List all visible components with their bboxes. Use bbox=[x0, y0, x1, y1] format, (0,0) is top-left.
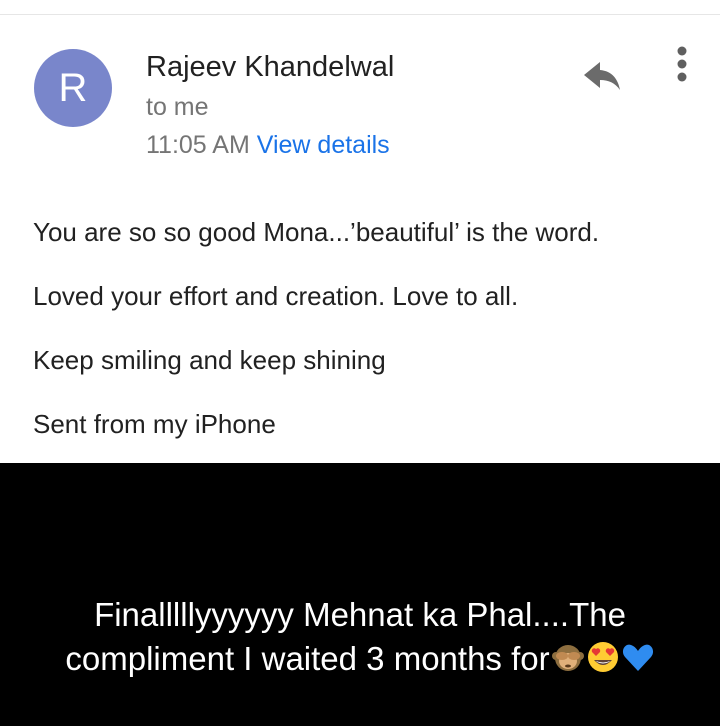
reply-icon bbox=[584, 62, 620, 90]
email-body-line: Keep smiling and keep shining bbox=[33, 345, 386, 375]
see-no-evil-monkey-icon bbox=[551, 645, 584, 671]
heart-eyes-face-icon bbox=[587, 642, 618, 672]
caption-text: Finalllllyyyyyy Mehnat ka Phal....The co… bbox=[65, 596, 626, 677]
caption-text-block: Finalllllyyyyyy Mehnat ka Phal....The co… bbox=[40, 593, 680, 681]
email-message-card: R Rajeev Khandelwal to me 11:05 AM View … bbox=[0, 15, 720, 463]
caption-panel: Finalllllyyyyyy Mehnat ka Phal....The co… bbox=[0, 463, 720, 726]
blue-heart-icon bbox=[622, 644, 653, 671]
sender-name: Rajeev Khandelwal bbox=[146, 51, 395, 83]
recipient-label: to me bbox=[146, 93, 209, 121]
email-meta: 11:05 AM View details bbox=[146, 131, 390, 160]
more-options-button[interactable] bbox=[664, 45, 700, 89]
email-time: 11:05 AM bbox=[146, 131, 250, 159]
email-signature: Sent from my iPhone bbox=[33, 409, 276, 439]
reply-button[interactable] bbox=[580, 53, 624, 97]
view-details-link[interactable]: View details bbox=[257, 131, 390, 159]
email-body-line: Loved your effort and creation. Love to … bbox=[33, 281, 519, 311]
sender-avatar[interactable]: R bbox=[34, 49, 112, 127]
email-body-line: You are so so good Mona...’beautiful’ is… bbox=[33, 217, 600, 247]
more-vertical-icon bbox=[677, 46, 687, 82]
